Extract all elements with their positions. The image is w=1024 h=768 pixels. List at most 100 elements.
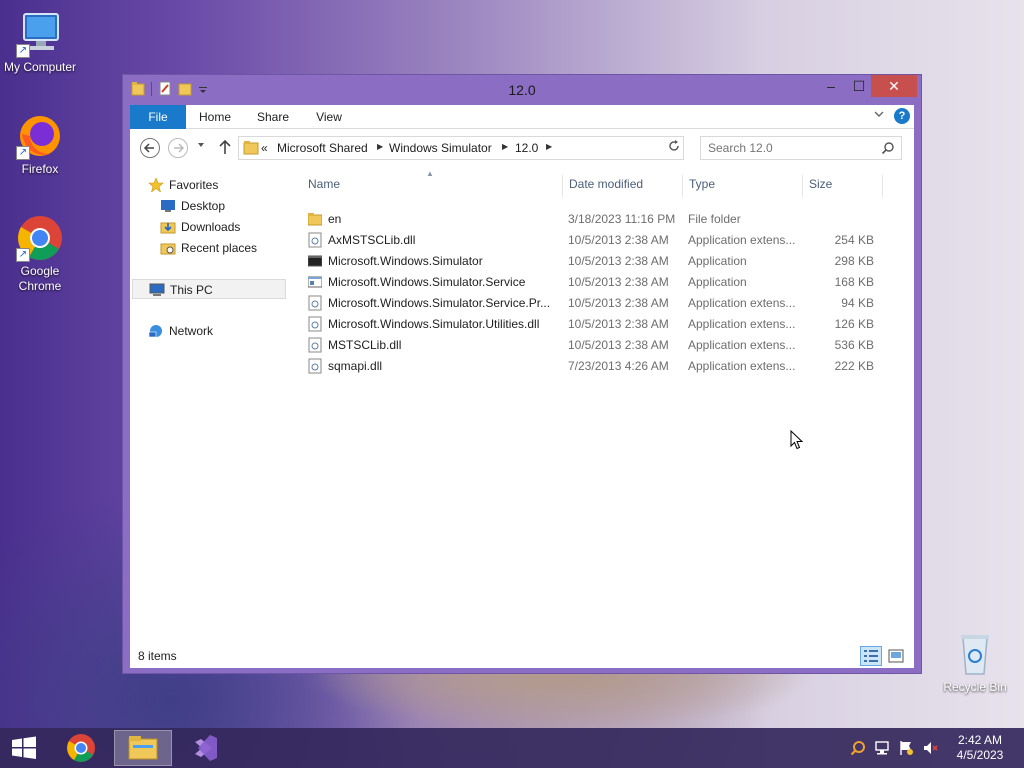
file-type: Application extens... [688, 317, 796, 331]
nav-item-favorites[interactable]: Favorites [148, 175, 218, 195]
title-bar[interactable]: 12.0 – ☐ ✕ [123, 75, 921, 105]
column-divider[interactable] [802, 175, 803, 197]
minimize-button[interactable]: – [817, 75, 845, 97]
file-row-simulator-utilities[interactable]: Microsoft.Windows.Simulator.Utilities.dl… [306, 313, 876, 334]
back-button[interactable] [140, 138, 160, 158]
file-row-en[interactable]: en 3/18/2023 11:16 PM File folder [306, 208, 876, 229]
up-button[interactable] [218, 138, 232, 160]
network-icon [148, 324, 164, 338]
system-clock[interactable]: 2:42 AM 4/5/2023 [950, 733, 1010, 763]
file-name: Microsoft.Windows.Simulator [328, 254, 483, 268]
shortcut-arrow-icon: ↗ [16, 146, 30, 160]
file-row-windows-simulator[interactable]: Microsoft.Windows.Simulator 10/5/2013 2:… [306, 250, 876, 271]
details-view-button[interactable] [860, 646, 882, 666]
file-type: Application extens... [688, 338, 796, 352]
tab-file[interactable]: File [130, 105, 186, 129]
breadcrumb-overflow[interactable]: « [261, 141, 268, 155]
file-type: Application extens... [688, 233, 796, 247]
file-row-mstsclib[interactable]: MSTSCLib.dll 10/5/2013 2:38 AM Applicati… [306, 334, 876, 355]
search-icon[interactable] [850, 740, 866, 756]
desktop-icon [160, 199, 176, 213]
taskbar-visual-studio[interactable] [176, 730, 234, 766]
chrome-icon [67, 734, 95, 762]
forward-button[interactable] [168, 138, 188, 158]
window-client: File Home Share View ? « Microsoft Share… [130, 105, 914, 668]
file-size: 254 KB [834, 233, 874, 247]
column-divider[interactable] [682, 175, 683, 197]
taskbar-chrome[interactable] [52, 730, 110, 766]
desktop-icon-firefox[interactable]: ↗ Firefox [0, 112, 80, 177]
desktop-icon-recycle-bin[interactable]: Recycle Bin [935, 630, 1015, 695]
details-view-icon [864, 650, 878, 662]
refresh-icon [669, 140, 679, 151]
file-row-simulator-service[interactable]: Microsoft.Windows.Simulator.Service 10/5… [306, 271, 876, 292]
chevron-right-icon[interactable]: ▶ [502, 142, 508, 151]
file-name: en [328, 212, 342, 226]
file-row-axmstsclib[interactable]: AxMSTSCLib.dll 10/5/2013 2:38 AM Applica… [306, 229, 876, 250]
file-date: 10/5/2013 2:38 AM [568, 317, 669, 331]
nav-item-label: This PC [170, 283, 213, 297]
help-icon[interactable]: ? [894, 108, 910, 124]
desktop-icon-label: Recycle Bin [943, 680, 1007, 694]
file-date: 10/5/2013 2:38 AM [568, 275, 669, 289]
chevron-right-icon[interactable]: ▶ [546, 142, 552, 151]
search-box[interactable] [700, 136, 902, 160]
close-button[interactable]: ✕ [871, 75, 917, 97]
file-size: 536 KB [834, 338, 874, 352]
refresh-button[interactable] [664, 139, 684, 156]
action-center-flag-icon[interactable] [898, 740, 914, 756]
computer-icon: ↗ [16, 10, 64, 58]
column-header-type[interactable]: Type [689, 177, 715, 191]
tab-home[interactable]: Home [190, 105, 240, 129]
tab-share[interactable]: Share [248, 105, 298, 129]
column-divider[interactable] [562, 175, 563, 197]
file-date: 10/5/2013 2:38 AM [568, 338, 669, 352]
service-app-icon [308, 276, 322, 288]
taskbar-file-explorer[interactable] [114, 730, 172, 766]
clock-date: 4/5/2023 [956, 748, 1004, 762]
search-input[interactable] [708, 138, 878, 158]
chevron-down-icon [198, 143, 204, 147]
volume-muted-icon[interactable] [922, 740, 938, 756]
file-name: Microsoft.Windows.Simulator.Utilities.dl… [328, 317, 540, 331]
folder-icon [243, 141, 259, 155]
navigation-pane: Favorites Desktop Downloads Recent place… [130, 171, 288, 641]
nav-item-downloads[interactable]: Downloads [160, 217, 240, 237]
file-row-simulator-service-pr[interactable]: Microsoft.Windows.Simulator.Service.Pr..… [306, 292, 876, 313]
address-bar[interactable]: « Microsoft Shared ▶ Windows Simulator ▶… [238, 136, 763, 160]
recent-locations-button[interactable] [196, 140, 206, 152]
column-header-name[interactable]: Name [308, 177, 340, 191]
search-icon[interactable] [881, 141, 895, 155]
maximize-button[interactable]: ☐ [845, 75, 873, 97]
desktop-icon-label: My Computer [3, 60, 77, 74]
file-date: 10/5/2013 2:38 AM [568, 296, 669, 310]
file-type: Application extens... [688, 296, 796, 310]
breadcrumb-windows-simulator[interactable]: Windows Simulator [389, 141, 492, 155]
shortcut-arrow-icon: ↗ [16, 248, 30, 262]
file-type: Application extens... [688, 359, 796, 373]
expand-ribbon-icon[interactable] [874, 109, 884, 122]
nav-item-this-pc[interactable]: This PC [132, 279, 286, 299]
desktop-icon-my-computer[interactable]: ↗ My Computer [0, 10, 80, 75]
nav-item-recent-places[interactable]: Recent places [160, 238, 257, 258]
dll-icon [308, 295, 322, 311]
file-row-sqmapi[interactable]: sqmapi.dll 7/23/2013 4:26 AM Application… [306, 355, 876, 376]
start-button[interactable] [8, 736, 40, 760]
clock-time: 2:42 AM [957, 733, 1003, 747]
column-header-date-modified[interactable]: Date modified [569, 177, 643, 191]
network-icon[interactable] [874, 740, 890, 756]
tab-view[interactable]: View [304, 105, 354, 129]
nav-item-desktop[interactable]: Desktop [160, 196, 225, 216]
recycle-bin-icon [951, 630, 999, 678]
column-header-size[interactable]: Size [809, 177, 832, 191]
column-divider[interactable] [882, 175, 883, 197]
breadcrumb-12-0[interactable]: 12.0 [515, 141, 538, 155]
desktop-icon-google-chrome[interactable]: ↗ Google Chrome [0, 214, 80, 294]
breadcrumb-microsoft-shared[interactable]: Microsoft Shared [277, 141, 368, 155]
large-icons-view-button[interactable] [886, 646, 906, 666]
desktop-icon-label: Google Chrome [18, 264, 62, 293]
application-icon [308, 255, 322, 267]
chevron-right-icon[interactable]: ▶ [377, 142, 383, 151]
dll-icon [308, 337, 322, 353]
nav-item-network[interactable]: Network [148, 321, 213, 341]
